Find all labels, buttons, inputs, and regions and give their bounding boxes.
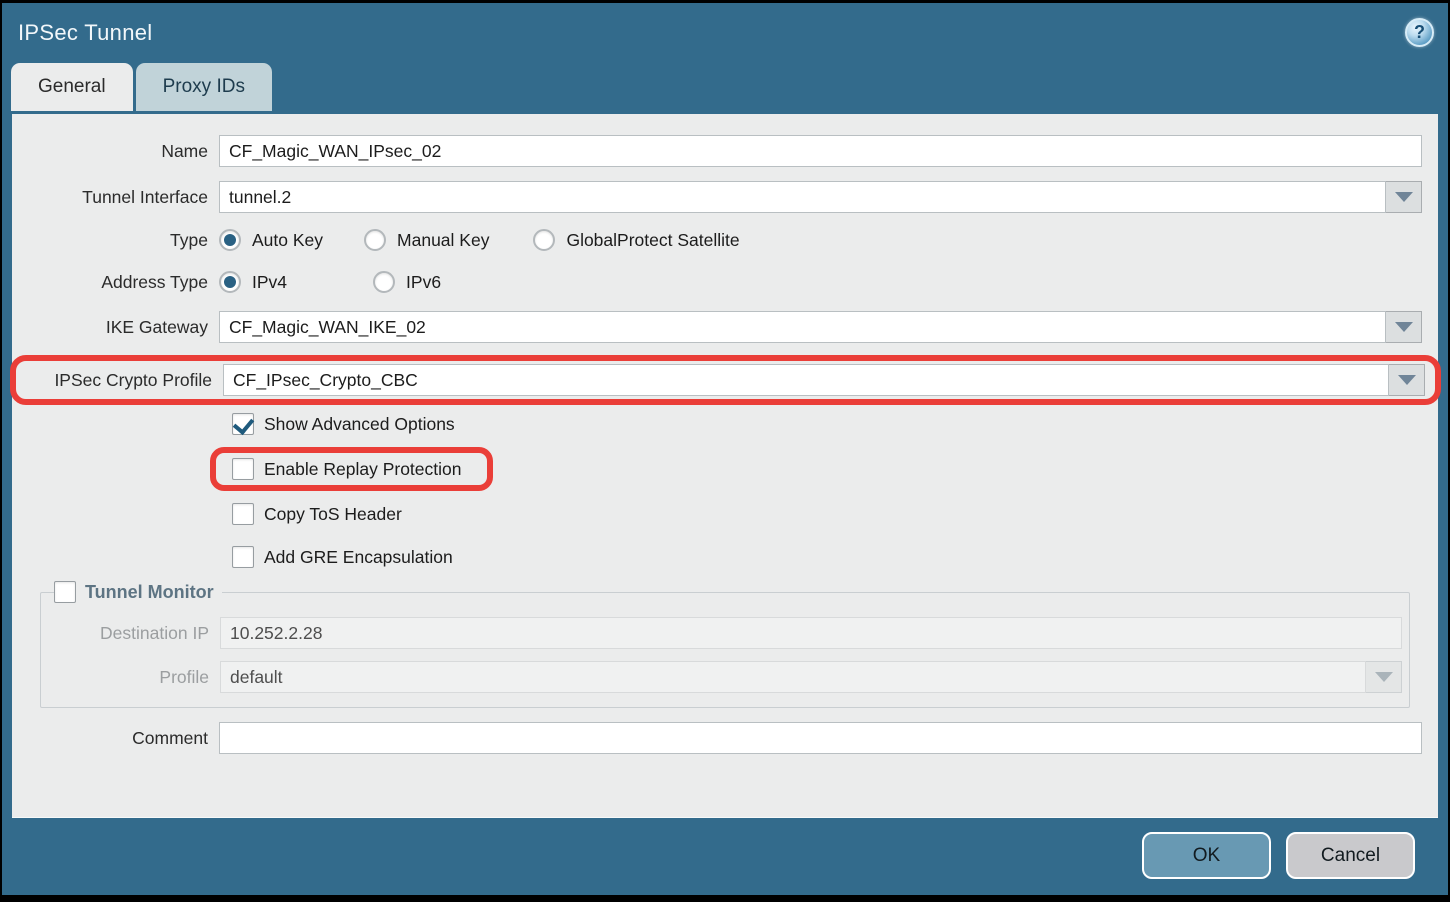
show-advanced-options-checkbox[interactable]	[232, 413, 254, 435]
enable-replay-protection-highlight: Enable Replay Protection	[210, 447, 493, 491]
comment-label: Comment	[12, 728, 219, 749]
radio-icon	[219, 271, 241, 293]
destination-ip-row: Destination IP	[41, 617, 1409, 649]
chevron-down-icon	[1375, 672, 1393, 682]
tunnel-monitor-fieldset: Tunnel Monitor Destination IP Profile	[40, 581, 1410, 708]
tunnel-interface-row: Tunnel Interface	[12, 181, 1438, 213]
profile-row: Profile	[41, 661, 1409, 693]
general-tab-panel: Name Tunnel Interface Type Auto Ke	[12, 114, 1438, 818]
ike-gateway-row: IKE Gateway	[12, 311, 1438, 343]
ipsec-tunnel-dialog: IPSec Tunnel ? General Proxy IDs Name Tu…	[2, 3, 1448, 895]
dialog-title: IPSec Tunnel	[18, 20, 152, 46]
name-input[interactable]	[219, 135, 1422, 167]
show-advanced-options-label: Show Advanced Options	[254, 414, 455, 435]
radio-ipv4[interactable]: IPv4	[219, 271, 287, 293]
tab-general[interactable]: General	[11, 63, 133, 111]
destination-ip-label: Destination IP	[41, 623, 220, 644]
radio-ipv6[interactable]: IPv6	[373, 271, 441, 293]
radio-icon	[533, 229, 555, 251]
ipsec-crypto-profile-highlight: IPSec Crypto Profile	[10, 355, 1441, 405]
type-label: Type	[12, 230, 219, 251]
name-label: Name	[12, 141, 219, 162]
radio-icon	[364, 229, 386, 251]
enable-replay-protection-checkbox[interactable]	[232, 458, 254, 480]
tab-bar: General Proxy IDs	[2, 62, 1448, 111]
tunnel-monitor-legend: Tunnel Monitor	[54, 581, 222, 603]
profile-input	[220, 661, 1366, 693]
ipsec-crypto-profile-dropdown-button[interactable]	[1389, 364, 1425, 396]
tab-proxy-ids[interactable]: Proxy IDs	[136, 63, 272, 111]
tunnel-interface-input[interactable]	[219, 181, 1386, 213]
add-gre-encapsulation-checkbox[interactable]	[232, 546, 254, 568]
chevron-down-icon	[1395, 322, 1413, 332]
ok-button[interactable]: OK	[1142, 832, 1271, 879]
tunnel-interface-label: Tunnel Interface	[12, 187, 219, 208]
radio-globalprotect-satellite[interactable]: GlobalProtect Satellite	[533, 229, 739, 251]
radio-manual-key[interactable]: Manual Key	[364, 229, 489, 251]
tunnel-monitor-label: Tunnel Monitor	[76, 582, 214, 603]
copy-tos-header-label: Copy ToS Header	[254, 504, 402, 525]
add-gre-encapsulation-label: Add GRE Encapsulation	[254, 547, 453, 568]
ipsec-crypto-profile-label: IPSec Crypto Profile	[16, 370, 223, 391]
chevron-down-icon	[1395, 192, 1413, 202]
comment-row: Comment	[12, 722, 1438, 754]
cancel-button[interactable]: Cancel	[1286, 832, 1415, 879]
type-row: Type Auto Key Manual Key GlobalProtect S…	[12, 229, 1438, 251]
destination-ip-input	[220, 617, 1402, 649]
radio-icon	[373, 271, 395, 293]
radio-auto-key[interactable]: Auto Key	[219, 229, 323, 251]
enable-replay-protection-label: Enable Replay Protection	[254, 459, 461, 480]
ike-gateway-input[interactable]	[219, 311, 1386, 343]
ipsec-crypto-profile-input[interactable]	[223, 364, 1389, 396]
copy-tos-header-checkbox[interactable]	[232, 503, 254, 525]
tunnel-interface-dropdown-button[interactable]	[1386, 181, 1422, 213]
profile-label: Profile	[41, 667, 220, 688]
ike-gateway-dropdown-button[interactable]	[1386, 311, 1422, 343]
address-type-row: Address Type IPv4 IPv6	[12, 271, 1438, 293]
tunnel-monitor-checkbox[interactable]	[54, 581, 76, 603]
ike-gateway-label: IKE Gateway	[12, 317, 219, 338]
copy-tos-header-row: Copy ToS Header	[232, 503, 1438, 525]
titlebar: IPSec Tunnel ?	[2, 3, 1448, 62]
comment-input[interactable]	[219, 722, 1422, 754]
ipsec-crypto-profile-row: IPSec Crypto Profile	[16, 364, 1435, 396]
show-advanced-options-row: Show Advanced Options	[232, 413, 1438, 435]
address-type-label: Address Type	[12, 272, 219, 293]
name-row: Name	[12, 135, 1438, 167]
add-gre-encapsulation-row: Add GRE Encapsulation	[232, 546, 1438, 568]
chevron-down-icon	[1398, 375, 1416, 385]
radio-icon	[219, 229, 241, 251]
enable-replay-protection-row: Enable Replay Protection	[232, 458, 461, 480]
help-icon[interactable]: ?	[1405, 18, 1434, 47]
profile-dropdown-button	[1366, 661, 1402, 693]
